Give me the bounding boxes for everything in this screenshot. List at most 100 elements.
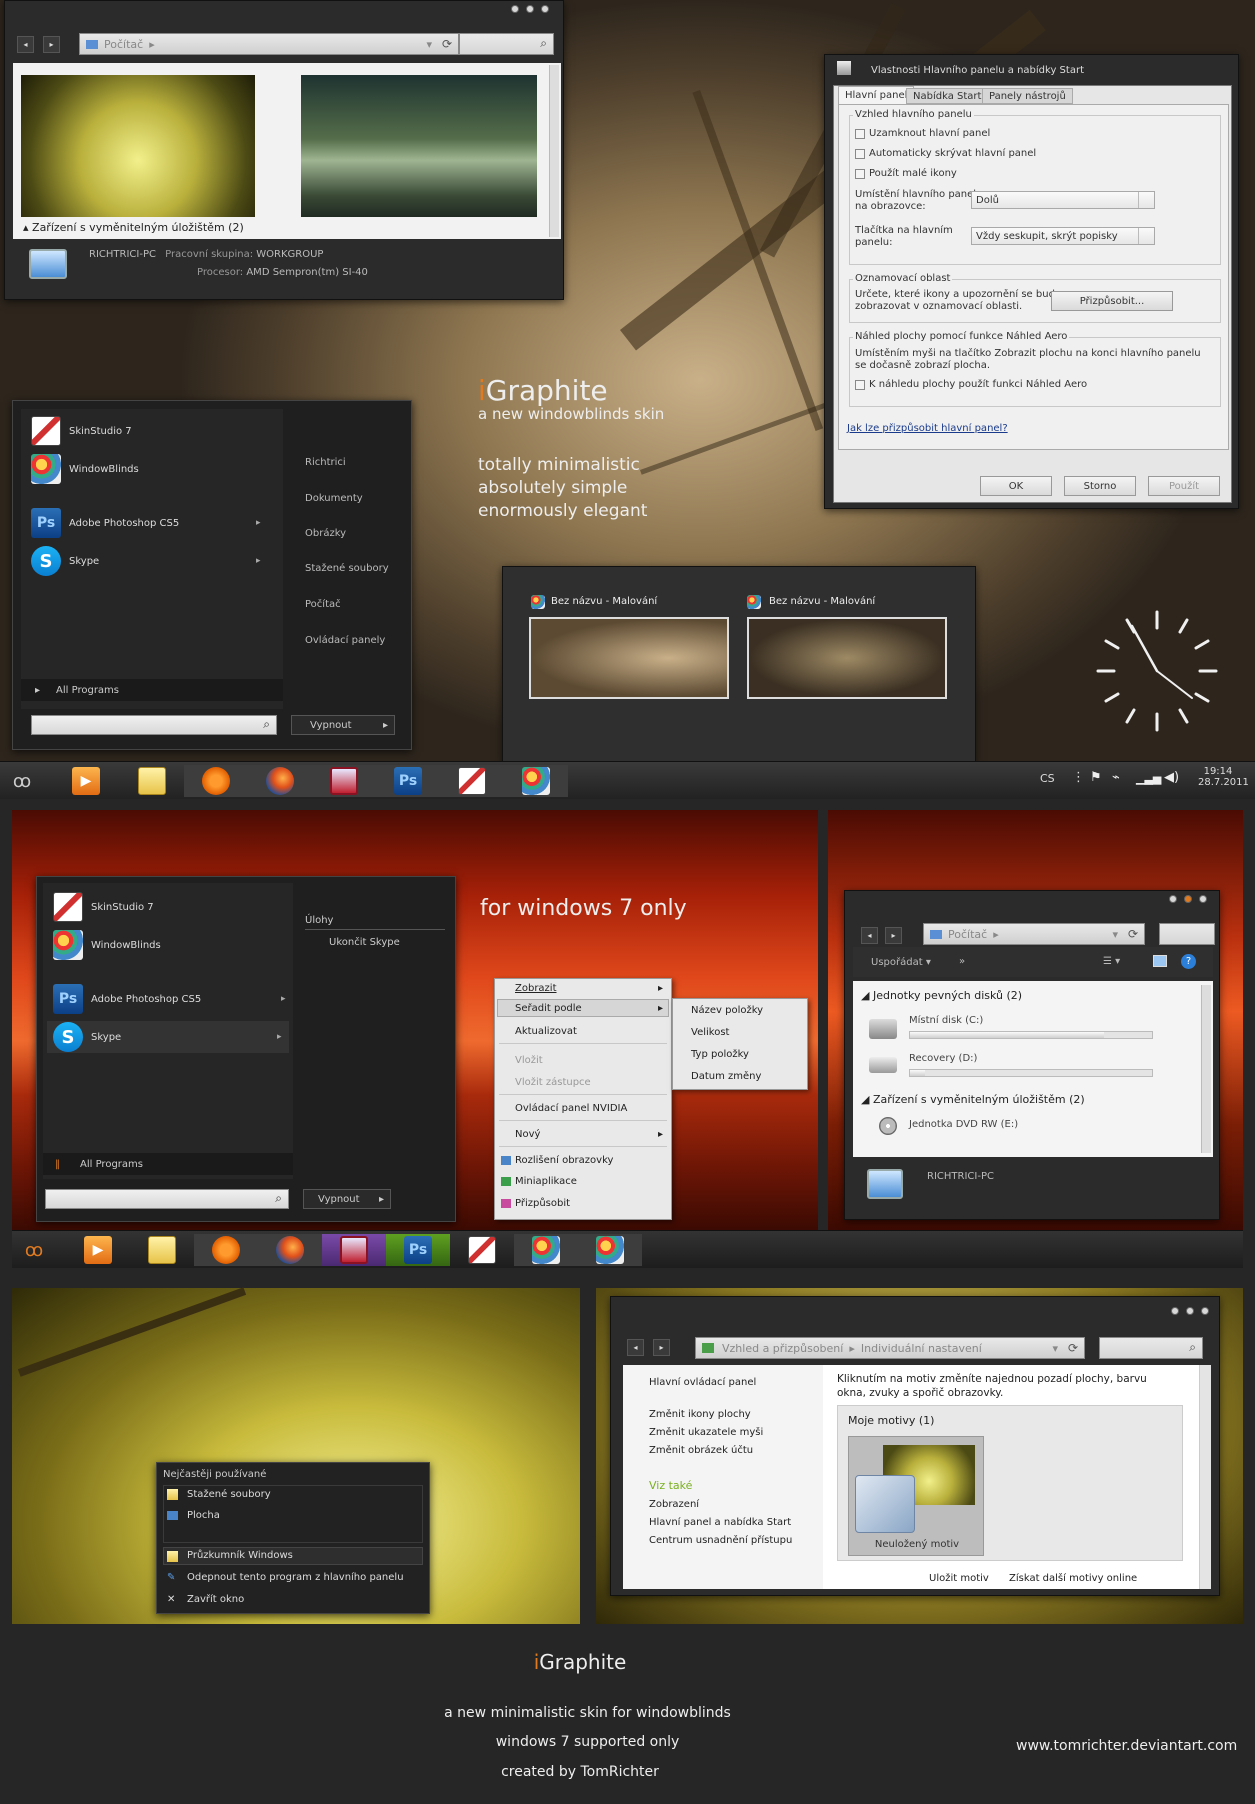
taskbar-floppy[interactable] [312,765,376,797]
dialog-body[interactable]: Hlavní panel Nabídka Start Panely nástro… [833,85,1232,503]
refresh-icon[interactable]: ⟳ [1068,1341,1078,1355]
ok-button[interactable]: OK [980,476,1052,496]
taskbar-firefox[interactable] [248,765,312,797]
taskbar-floppy[interactable] [322,1234,386,1266]
address-bar[interactable]: Počítač ▸ ▾ ⟳ [923,923,1145,945]
minimize-button[interactable] [1171,1307,1179,1315]
taskbar-explorer[interactable] [130,1234,194,1266]
chevron-down-icon[interactable]: ▾ [1052,1342,1058,1355]
more-themes-link[interactable]: Získat další motivy online [1009,1573,1137,1584]
start-menu-programs[interactable]: SkinStudio 7 WindowBlinds Ps Adobe Photos… [21,409,283,709]
minimize-button[interactable] [1169,895,1177,903]
group-header-hdd[interactable]: ◢ Jednotky pevných disků (2) [861,989,1022,1002]
sort-size[interactable]: Velikost [691,1027,729,1038]
quit-skype-item[interactable]: Ukončit Skype [329,937,400,948]
menu-new[interactable]: Nový [515,1129,540,1140]
taskbar-avast[interactable] [184,765,248,797]
submenu-arrow-icon[interactable]: ▸ [281,994,286,1004]
scrollbar[interactable] [549,65,559,237]
start-orb[interactable]: ꝏ [0,765,44,797]
window-controls[interactable] [1169,895,1207,903]
sort-date[interactable]: Datum změny [691,1071,761,1082]
disk-d-label[interactable]: Recovery (D:) [909,1053,977,1064]
maximize-button[interactable] [1184,895,1192,903]
back-button[interactable]: ◂ [627,1339,644,1356]
link-taskbar-start[interactable]: Hlavní panel a nabídka Start [649,1517,791,1528]
help-icon[interactable]: ? [1181,954,1196,969]
chevron-down-icon[interactable]: ▾ [426,38,432,51]
jumplist-desktop[interactable]: Plocha [187,1510,220,1521]
themes-list[interactable]: Moje motivy (1) Neuložený motiv [837,1405,1183,1561]
clock-gadget[interactable] [1092,606,1222,736]
link-control-panel-home[interactable]: Hlavní ovládací panel [649,1377,756,1388]
menu-view[interactable]: Zobrazit [515,983,557,994]
lock-taskbar-checkbox[interactable] [855,129,865,139]
preview-pane-icon[interactable] [1153,955,1167,967]
search-input[interactable] [1159,923,1215,945]
place-downloads[interactable]: Stažené soubory [305,563,389,574]
taskbar-photoshop[interactable]: Ps [376,765,440,797]
address-bar[interactable]: Počítač ▸ ▾ ⟳ [79,33,459,55]
shutdown-button[interactable]: Vypnout ▸ [291,715,395,735]
taskbar-explorer[interactable] [120,765,184,797]
submenu-arrow-icon[interactable]: ▸ [256,518,261,528]
content-pane[interactable]: ▴ Zařízení s vyměnitelným úložištěm (2) [13,63,561,239]
window-controls[interactable] [1171,1307,1209,1315]
program-windowblinds[interactable]: WindowBlinds [31,453,139,485]
menu-personalize[interactable]: Přizpůsobit [515,1198,570,1209]
sort-by-submenu[interactable]: Název položky Velikost Typ položky Datum… [672,998,808,1090]
maximize-button[interactable] [526,5,534,13]
customize-button[interactable]: Přizpůsobit... [1051,291,1173,311]
back-button[interactable]: ◂ [861,927,878,944]
signal-icon[interactable]: ▁▃▅ [1136,772,1161,785]
skype-tasks[interactable]: Úlohy Ukončit Skype [297,883,451,1179]
forward-button[interactable]: ▸ [43,36,60,53]
window-controls[interactable] [511,5,549,13]
shutdown-button[interactable]: Vypnout ▸ [303,1189,391,1209]
sort-type[interactable]: Typ položky [691,1049,749,1060]
program-skype[interactable]: S Skype ▸ [47,1021,289,1053]
search-input[interactable]: ⌕ [1099,1337,1203,1359]
control-panel-sidebar[interactable]: Hlavní ovládací panel Změnit ikony ploch… [623,1365,823,1589]
taskbar-preview[interactable]: ꝏ ▶ Ps [12,1230,1243,1268]
program-photoshop[interactable]: Ps Adobe Photoshop CS5 ▸ [31,507,261,539]
submenu-arrow-icon[interactable]: ▸ [277,1032,282,1042]
overflow-icon[interactable]: ⋮ [1072,770,1085,785]
menu-paste[interactable]: Vložit [515,1055,543,1066]
organize-button[interactable]: Uspořádat ▾ [871,957,931,968]
menu-sort-by[interactable]: Seřadit podle [515,1003,582,1014]
program-skinstudio[interactable]: SkinStudio 7 [31,415,132,447]
chevron-down-icon[interactable] [1138,228,1154,244]
jumplist-unpin[interactable]: Odepnout tento program z hlavního panelu [187,1572,404,1583]
chevron-down-icon[interactable]: ▾ [1112,928,1118,941]
scrollbar[interactable] [1199,1365,1211,1589]
link-desktop-icons[interactable]: Změnit ikony plochy [649,1409,751,1420]
arrow-right-icon[interactable]: ▸ [383,720,388,731]
save-theme-link[interactable]: Uložit motiv [929,1573,989,1584]
place-documents[interactable]: Dokumenty [305,493,363,504]
explorer-window-computer[interactable]: ◂ ▸ Počítač ▸ ▾ ⟳ ⌕ ▴ Zařízení s vyměnit… [4,0,564,300]
menu-screen-resolution[interactable]: Rozlišení obrazovky [515,1155,613,1166]
refresh-icon[interactable]: ⟳ [442,37,452,51]
program-skype[interactable]: S Skype ▸ [31,545,261,577]
disk-c-label[interactable]: Místní disk (C:) [909,1015,983,1026]
language-indicator[interactable]: CS [1040,772,1055,785]
start-menu[interactable]: SkinStudio 7 WindowBlinds Ps Adobe Photos… [12,400,412,750]
menu-refresh[interactable]: Aktualizovat [515,1026,577,1037]
leaf-thumbnail[interactable] [21,75,255,217]
taskbar-skinstudio[interactable] [440,765,504,797]
address-bar[interactable]: Vzhled a přizpůsobení ▸ Individuální nas… [695,1337,1085,1359]
explorer-window-drives[interactable]: ◂ ▸ Počítač ▸ ▾ ⟳ Uspořádat ▾ » ☰ ▾ ? ◢ … [844,890,1220,1220]
start-menu-skype[interactable]: SkinStudio 7 WindowBlinds Ps Adobe Photos… [36,876,456,1222]
forward-button[interactable]: ▸ [885,927,902,944]
collapse-icon[interactable]: ◢ [861,1093,873,1106]
cancel-button[interactable]: Storno [1064,476,1136,496]
chevron-down-icon[interactable] [1138,192,1154,208]
start-menu-places[interactable]: Richtrici Dokumenty Obrázky Stažené soub… [293,409,405,709]
scrollbar[interactable] [1201,985,1211,1153]
position-select[interactable]: Dolů [971,191,1155,209]
help-link[interactable]: Jak lze přizpůsobit hlavní panel? [847,423,1008,434]
content-pane[interactable]: ◢ Jednotky pevných disků (2) Místní disk… [853,981,1213,1157]
clock[interactable]: 19:14 28.7.2011 [1198,766,1249,788]
power-icon[interactable]: ⌁ [1112,770,1120,785]
